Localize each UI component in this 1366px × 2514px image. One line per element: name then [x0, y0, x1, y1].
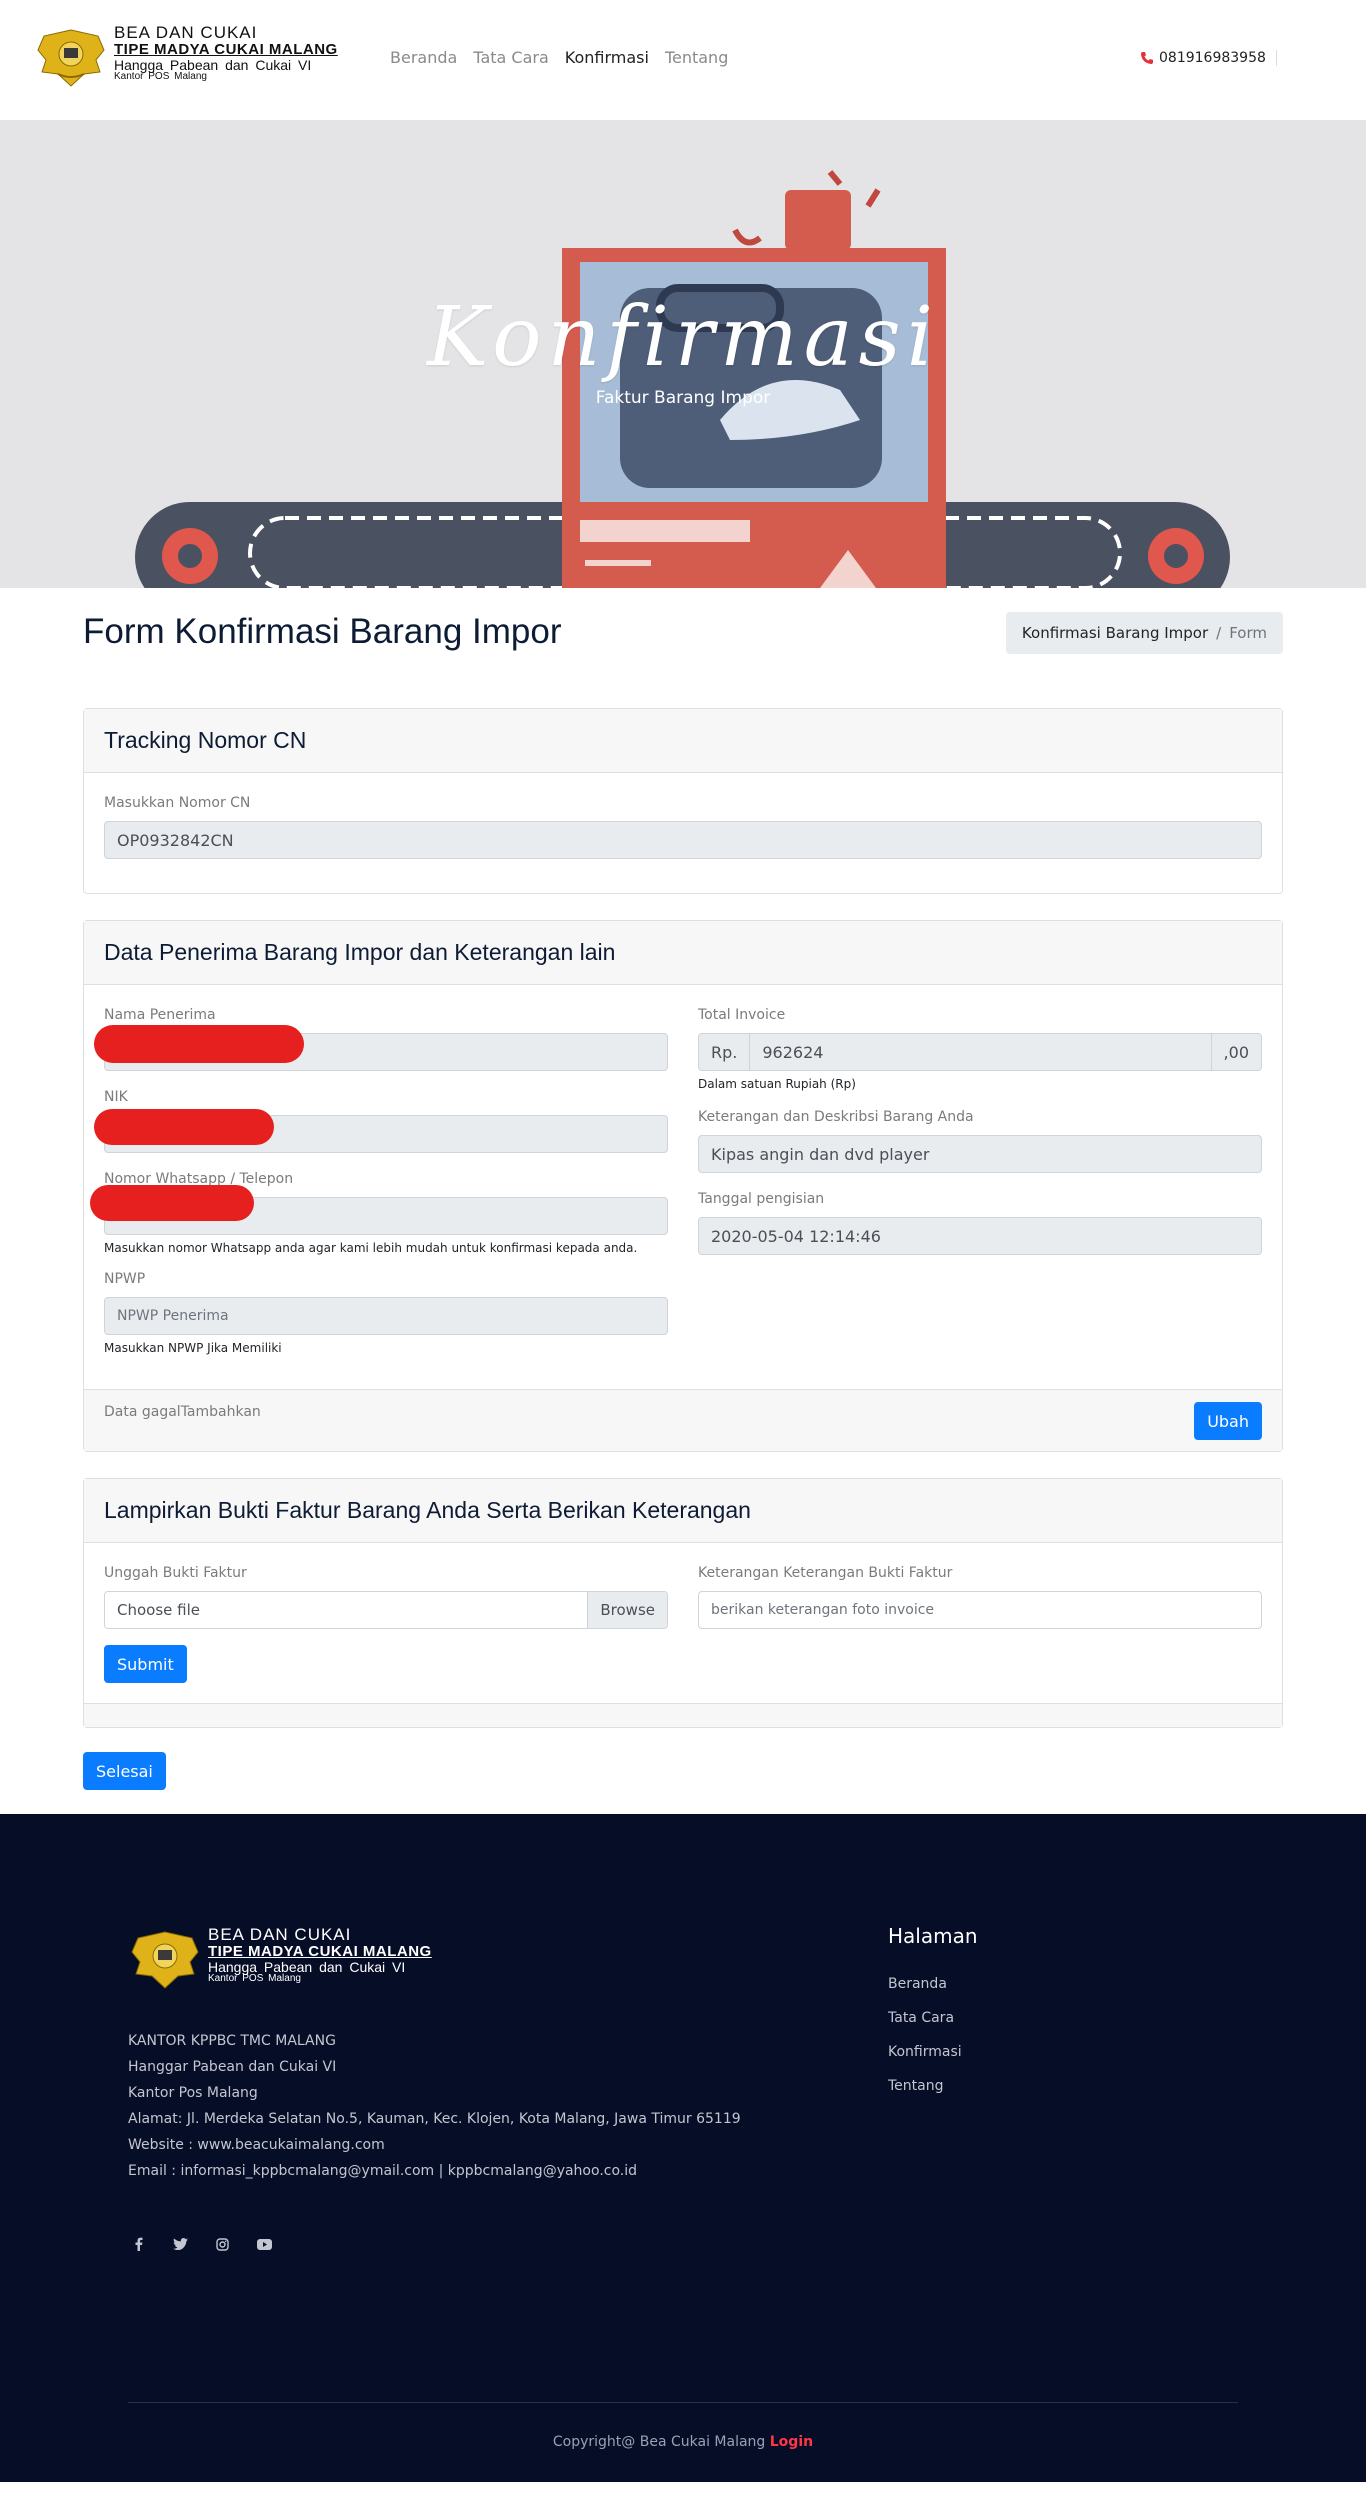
facebook-icon[interactable]	[128, 2234, 148, 2254]
login-link[interactable]: Login	[770, 2434, 813, 2450]
nav-phone[interactable]: 081916983958	[1140, 50, 1277, 66]
recipient-card-title: Data Penerima Barang Impor dan Keteranga…	[104, 939, 616, 965]
brand-line-1: BEA DAN CUKAI	[114, 23, 258, 42]
breadcrumb-item-form: Form	[1229, 624, 1267, 642]
customs-emblem-icon	[37, 29, 105, 87]
footer-info: KANTOR KPPBC TMC MALANG Hanggar Pabean d…	[128, 2028, 741, 2184]
done-button[interactable]: Selesai	[83, 1752, 166, 1790]
attachment-card: Lampirkan Bukti Faktur Barang Anda Serta…	[83, 1478, 1283, 1728]
youtube-icon[interactable]	[254, 2234, 274, 2254]
note-input[interactable]: berikan keterangan foto invoice	[698, 1591, 1262, 1629]
footer-email: Email : informasi_kppbcmalang@ymail.com …	[128, 2163, 638, 2179]
footer: BEA DAN CUKAI TIPE MADYA CUKAI MALANG Ha…	[0, 1814, 1366, 2482]
submit-button[interactable]: Submit	[104, 1645, 187, 1683]
note-label: Keterangan Keterangan Bukti Faktur	[698, 1565, 953, 1581]
footer-website: Website : www.beacukaimalang.com	[128, 2137, 385, 2153]
footer-kantor: Kantor Pos Malang	[128, 2085, 258, 2101]
recipient-card: Data Penerima Barang Impor dan Keteranga…	[83, 920, 1283, 1452]
brand-line-4: Kantor POS Malang	[114, 71, 207, 83]
nav-beranda[interactable]: Beranda	[390, 48, 457, 67]
redaction-mark	[94, 1109, 274, 1145]
invoice-prefix: Rp.	[698, 1033, 751, 1071]
invoice-file-input[interactable]: Choose file Browse	[104, 1591, 668, 1629]
footer-brand-line-1: BEA DAN CUKAI	[208, 1925, 352, 1944]
copyright-text: Copyright@ Bea Cukai Malang	[552, 2434, 766, 2450]
nav-konfirmasi[interactable]: Konfirmasi	[565, 48, 649, 67]
tracking-label: Masukkan Nomor CN	[104, 795, 251, 811]
twitter-icon[interactable]	[170, 2234, 190, 2254]
recipient-name-label: Nama Penerima	[104, 1007, 216, 1023]
description-input[interactable]: Kipas angin dan dvd player	[698, 1135, 1262, 1173]
brand-line-2: TIPE MADYA CUKAI MALANG	[114, 40, 338, 58]
footer-link-tata-cara[interactable]: Tata Cara	[888, 2010, 978, 2026]
breadcrumb-item-konfirmasi[interactable]: Konfirmasi Barang Impor	[1022, 624, 1208, 642]
npwp-input[interactable]: NPWP Penerima	[104, 1297, 668, 1335]
redaction-mark	[94, 1025, 304, 1063]
phone-number: 081916983958	[1159, 50, 1266, 66]
brand-line-3: Hangga Pabean dan Cukai VI	[114, 56, 312, 73]
copyright: Copyright@ Bea Cukai Malang Login	[0, 2434, 1366, 2450]
breadcrumb-separator: /	[1216, 624, 1222, 642]
instagram-icon[interactable]	[212, 2234, 232, 2254]
page-title: Form Konfirmasi Barang Impor	[83, 612, 562, 651]
date-input[interactable]: 2020-05-04 12:14:46	[698, 1217, 1262, 1255]
recipient-footer-text: Data gagalTambahkan	[104, 1404, 261, 1420]
tracking-card-title: Tracking Nomor CN	[104, 727, 307, 753]
footer-divider	[128, 2402, 1238, 2403]
footer-hanggar: Hanggar Pabean dan Cukai VI	[128, 2059, 337, 2075]
invoice-label: Total Invoice	[698, 1007, 786, 1023]
hero-subtitle: Faktur Barang Impor	[595, 388, 771, 408]
nav-tentang[interactable]: Tentang	[665, 48, 728, 67]
navbar: BEA DAN CUKAI TIPE MADYA CUKAI MALANG Ha…	[0, 0, 1366, 120]
breadcrumb: Konfirmasi Barang Impor / Form	[1005, 612, 1283, 654]
main-content: Form Konfirmasi Barang Impor Konfirmasi …	[83, 588, 1283, 1790]
nav-tata-cara[interactable]: Tata Cara	[473, 48, 548, 67]
phone-help: Masukkan nomor Whatsapp anda agar kami l…	[104, 1241, 638, 1255]
browse-button[interactable]: Browse	[587, 1592, 667, 1628]
footer-links: Halaman Beranda Tata Cara Konfirmasi Ten…	[888, 1924, 978, 2112]
customs-emblem-icon	[131, 1931, 199, 1989]
phone-icon	[1141, 52, 1153, 64]
attachment-card-title: Lampirkan Bukti Faktur Barang Anda Serta…	[104, 1497, 751, 1523]
footer-links-title: Halaman	[888, 1924, 978, 1948]
redaction-mark	[90, 1185, 254, 1221]
footer-brand-line-4: Kantor POS Malang	[208, 1973, 301, 1985]
invoice-input[interactable]: 962624	[750, 1033, 1211, 1071]
invoice-help: Dalam satuan Rupiah (Rp)	[698, 1077, 856, 1091]
npwp-help: Masukkan NPWP Jika Memiliki	[104, 1341, 282, 1355]
main-nav: Beranda Tata Cara Konfirmasi Tentang	[390, 48, 728, 67]
date-label: Tanggal pengisian	[698, 1191, 825, 1207]
hero-title: Konfirmasi	[427, 290, 939, 385]
invoice-input-group: Rp. 962624 ,00	[698, 1033, 1262, 1071]
brand-logo[interactable]: BEA DAN CUKAI TIPE MADYA CUKAI MALANG Ha…	[34, 24, 338, 88]
footer-link-konfirmasi[interactable]: Konfirmasi	[888, 2044, 978, 2060]
footer-brand-line-2: TIPE MADYA CUKAI MALANG	[208, 1942, 432, 1960]
invoice-suffix: ,00	[1210, 1033, 1262, 1071]
footer-link-tentang[interactable]: Tentang	[888, 2078, 978, 2094]
footer-link-beranda[interactable]: Beranda	[888, 1976, 978, 1992]
footer-brand: BEA DAN CUKAI TIPE MADYA CUKAI MALANG Ha…	[128, 1926, 432, 1990]
file-name: Choose file	[105, 1592, 588, 1628]
npwp-label: NPWP	[104, 1271, 146, 1287]
upload-label: Unggah Bukti Faktur	[104, 1565, 247, 1581]
description-label: Keterangan dan Deskribsi Barang Anda	[698, 1109, 974, 1125]
hero-banner: Konfirmasi Faktur Barang Impor	[0, 120, 1366, 588]
cn-number-input[interactable]: OP0932842CN	[104, 821, 1262, 859]
footer-office: KANTOR KPPBC TMC MALANG	[128, 2033, 336, 2049]
edit-button[interactable]: Ubah	[1194, 1402, 1262, 1440]
tracking-card: Tracking Nomor CN Masukkan Nomor CN OP09…	[83, 708, 1283, 894]
footer-address: Alamat: Jl. Merdeka Selatan No.5, Kauman…	[128, 2111, 741, 2127]
footer-brand-line-3: Hangga Pabean dan Cukai VI	[208, 1958, 406, 1975]
social-links	[128, 2234, 274, 2254]
nik-label: NIK	[104, 1089, 128, 1105]
